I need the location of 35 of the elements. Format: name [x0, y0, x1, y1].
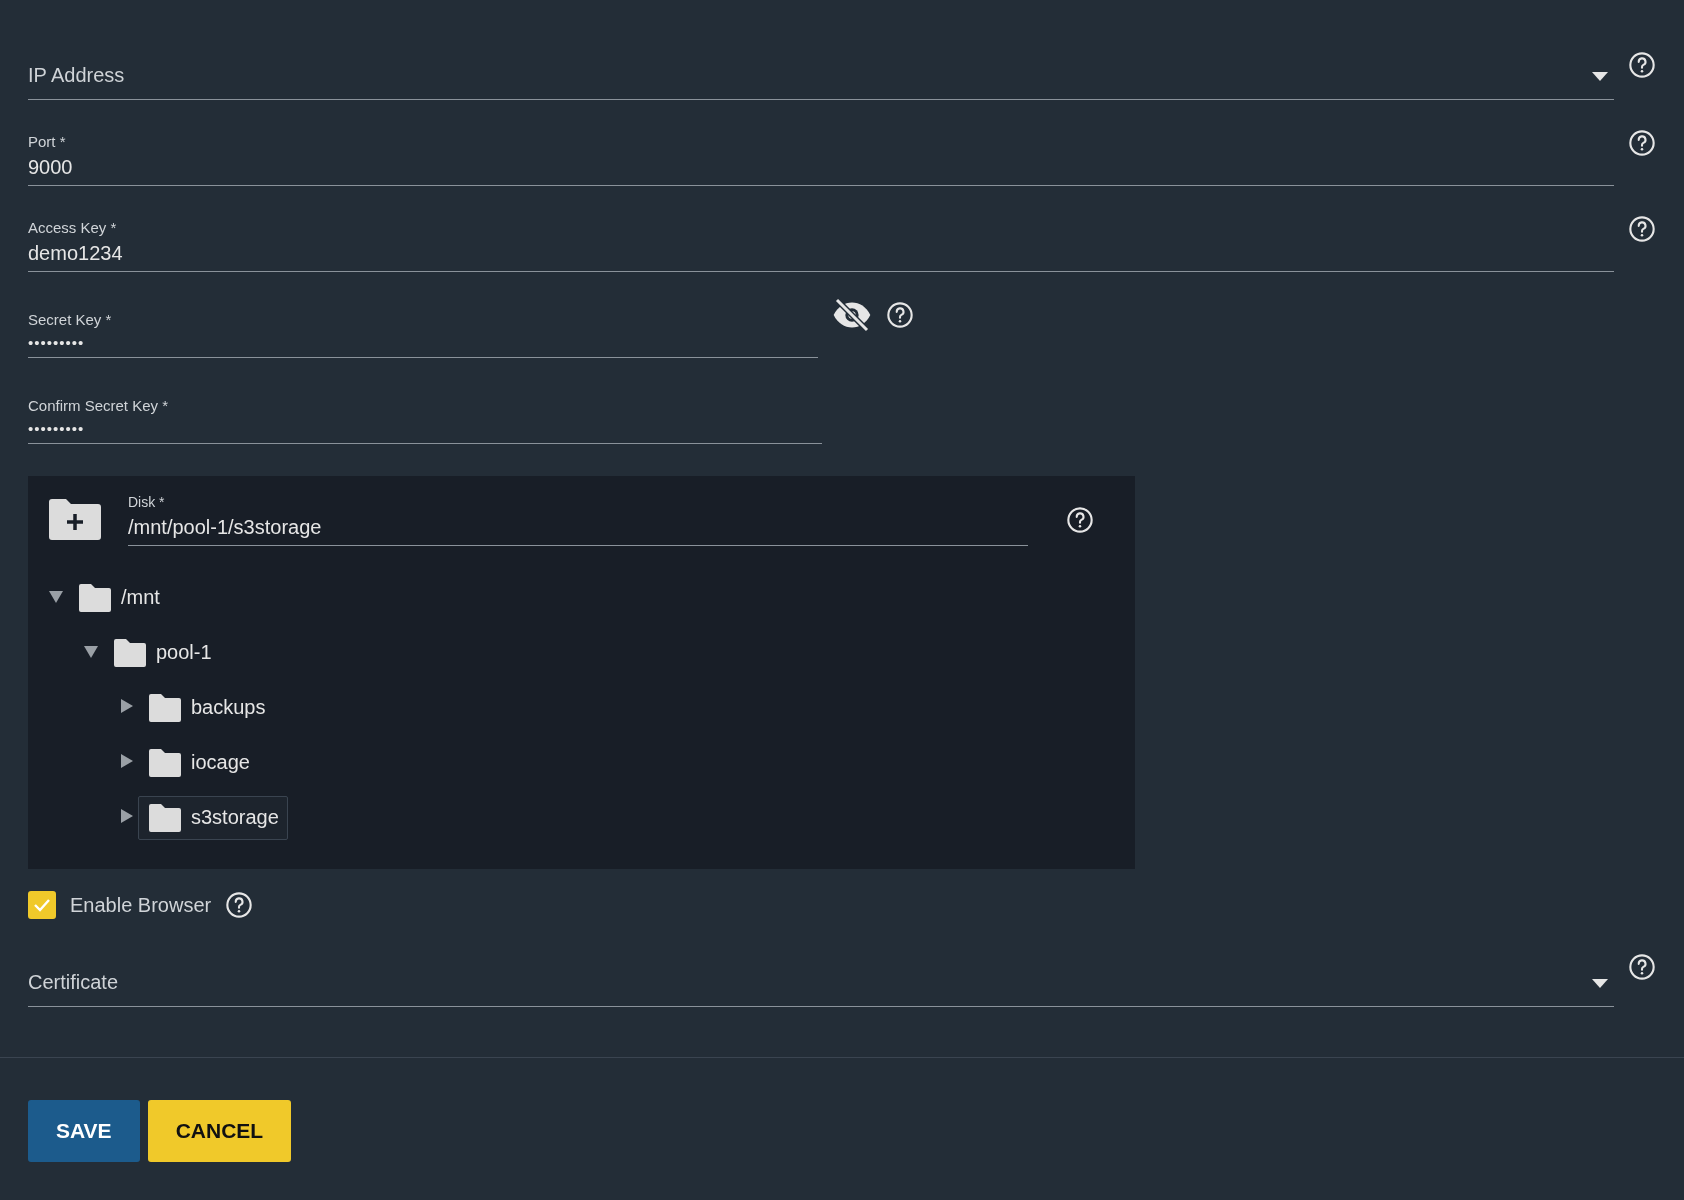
help-icon[interactable] — [1628, 129, 1656, 157]
folder-tree-item[interactable]: /mnt — [68, 575, 169, 620]
help-icon[interactable] — [886, 301, 914, 329]
folder-tree-item[interactable]: pool-1 — [103, 630, 221, 675]
folder-icon — [147, 747, 183, 778]
password-field[interactable]: Confirm Secret Key * ••••••••• — [28, 358, 822, 444]
certificate-select[interactable]: Certificate — [28, 927, 1614, 1007]
password-field[interactable]: Secret Key * ••••••••• — [28, 272, 818, 358]
text-field[interactable]: Access Key * demo1234 — [28, 186, 1614, 272]
collapsed-caret-icon[interactable] — [118, 697, 134, 714]
help-icon[interactable] — [225, 891, 254, 919]
folder-icon — [147, 802, 183, 833]
folder-icon — [112, 637, 148, 668]
help-icon[interactable] — [1066, 506, 1094, 534]
dropdown-caret-icon[interactable] — [1592, 72, 1608, 81]
collapsed-caret-icon[interactable] — [118, 807, 134, 824]
folder-tree-item[interactable]: iocage — [138, 740, 259, 785]
help-icon[interactable] — [1628, 215, 1656, 243]
dropdown-caret-icon[interactable] — [1592, 979, 1608, 988]
disk-path-field[interactable]: Disk * /mnt/pool-1/s3storage — [128, 494, 1028, 546]
folder-plus-icon[interactable] — [48, 498, 102, 542]
help-icon[interactable] — [1628, 51, 1656, 79]
folder-icon — [77, 582, 113, 613]
folder-tree-item[interactable]: backups — [138, 685, 275, 730]
help-icon[interactable] — [1628, 953, 1656, 981]
text-field[interactable]: Port * 9000 — [28, 100, 1614, 186]
folder-icon — [147, 692, 183, 723]
enable-browser-label: Enable Browser — [70, 893, 212, 917]
checkbox[interactable] — [28, 891, 56, 919]
save-button[interactable]: SAVE — [28, 1100, 140, 1162]
collapsed-caret-icon[interactable] — [118, 752, 134, 769]
eye-off-icon[interactable] — [832, 298, 872, 332]
folder-tree-item[interactable]: s3storage — [138, 795, 288, 840]
cancel-button[interactable]: CANCEL — [147, 1100, 292, 1162]
ip-address-select[interactable]: IP Address — [28, 30, 1614, 100]
